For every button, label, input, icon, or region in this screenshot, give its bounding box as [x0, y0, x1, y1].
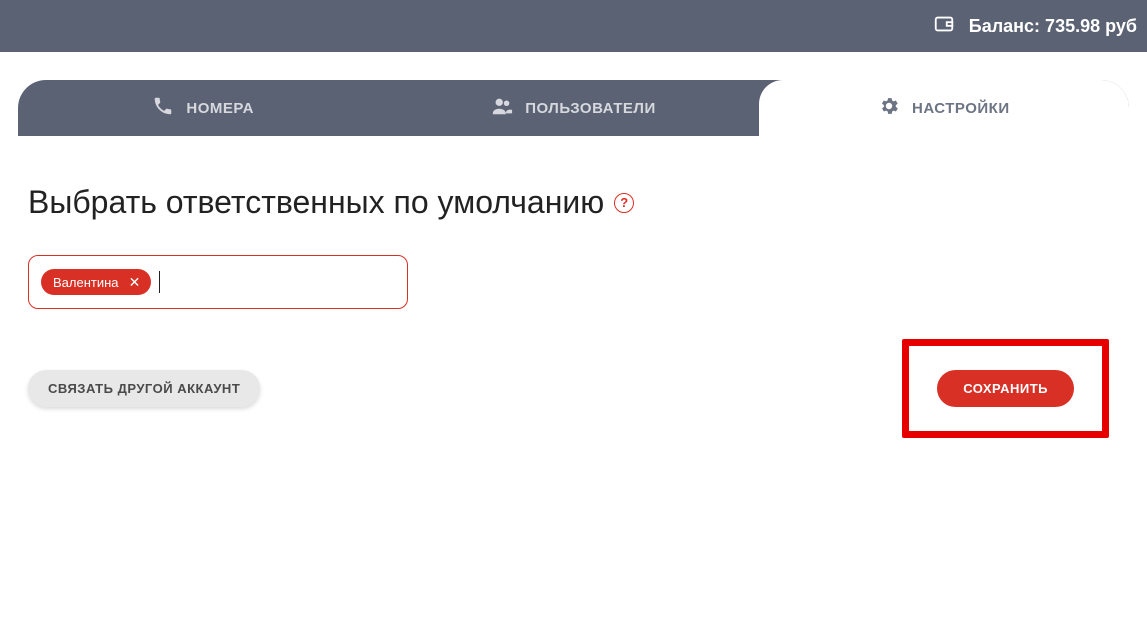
tab-label: ПОЛЬЗОВАТЕЛИ	[525, 100, 656, 117]
responsibles-input[interactable]: Валентина ✕	[28, 255, 408, 309]
tab-label: НОМЕРА	[186, 100, 254, 117]
wallet-icon	[933, 13, 969, 40]
tabs-container: НОМЕРА ПОЛЬЗОВАТЕЛИ НАСТРОЙКИ	[0, 80, 1147, 136]
tabs: НОМЕРА ПОЛЬЗОВАТЕЛИ НАСТРОЙКИ	[18, 80, 1129, 136]
responsible-tag: Валентина ✕	[41, 269, 151, 295]
tag-label: Валентина	[53, 275, 119, 290]
page-title-row: Выбрать ответственных по умолчанию ?	[28, 184, 1119, 221]
gear-icon	[878, 95, 900, 121]
top-bar: Баланс: 735.98 руб	[0, 0, 1147, 52]
page-title: Выбрать ответственных по умолчанию	[28, 184, 604, 221]
balance-text: Баланс: 735.98 руб	[969, 16, 1137, 37]
tab-users[interactable]: ПОЛЬЗОВАТЕЛИ	[388, 80, 758, 136]
help-icon[interactable]: ?	[614, 193, 634, 213]
tab-label: НАСТРОЙКИ	[912, 100, 1010, 117]
tab-settings[interactable]: НАСТРОЙКИ	[759, 80, 1129, 136]
close-icon[interactable]: ✕	[127, 274, 143, 290]
link-other-account-button[interactable]: СВЯЗАТЬ ДРУГОЙ АККАУНТ	[28, 370, 260, 407]
content-area: Выбрать ответственных по умолчанию ? Вал…	[0, 136, 1147, 438]
save-button[interactable]: СОХРАНИТЬ	[937, 370, 1074, 407]
tab-numbers[interactable]: НОМЕРА	[18, 80, 388, 136]
buttons-row: СВЯЗАТЬ ДРУГОЙ АККАУНТ СОХРАНИТЬ	[28, 339, 1119, 438]
users-icon	[491, 95, 513, 121]
text-cursor	[159, 271, 160, 293]
phone-icon	[152, 95, 174, 121]
save-highlight-box: СОХРАНИТЬ	[902, 339, 1109, 438]
